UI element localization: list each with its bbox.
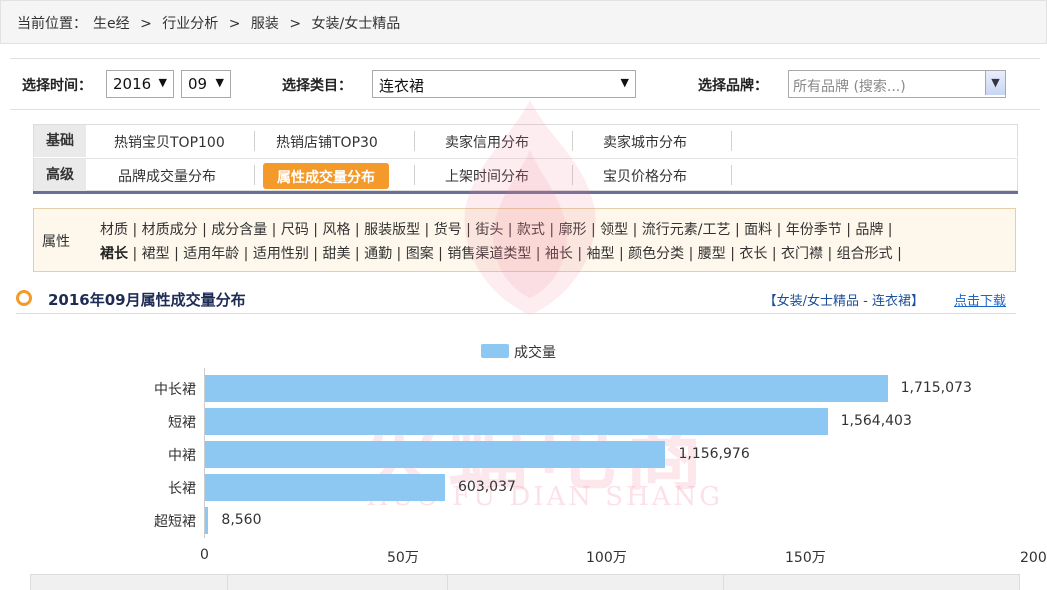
attribute-selector: 属性 材质 | 材质成分 | 成分含量 | 尺码 | 风格 | 服装版型 | 货… xyxy=(33,208,1016,272)
tab-listing-time[interactable]: 上架时间分布 xyxy=(445,166,529,186)
value-label: 1,564,403 xyxy=(840,413,912,429)
bar-0[interactable] xyxy=(205,375,888,402)
breadcrumb-prefix: 当前位置： xyxy=(17,16,87,32)
y-axis-line xyxy=(204,368,205,538)
breadcrumb-separator: > xyxy=(228,16,241,32)
value-label: 8,560 xyxy=(221,512,262,528)
brand-label: 选择品牌： xyxy=(698,78,768,94)
year-value: 2016 xyxy=(113,75,152,93)
bar-1[interactable] xyxy=(205,408,828,435)
dropdown-arrow-icon: ▼ xyxy=(620,76,629,89)
tab-group-advanced-label: 高级 xyxy=(34,159,86,191)
x-tick-label: 150万 xyxy=(785,550,826,566)
value-label: 603,037 xyxy=(458,479,516,495)
tab-price-distribution[interactable]: 宝贝价格分布 xyxy=(603,166,687,186)
chart-title: 2016年09月属性成交量分布 xyxy=(48,291,246,309)
tab-attribute-volume[interactable]: 属性成交量分布 xyxy=(263,163,389,189)
category-label: 选择类目： xyxy=(282,78,352,94)
category-label: 中长裙 xyxy=(154,382,196,398)
tab-divider xyxy=(254,165,255,185)
x-tick-label: 0 xyxy=(200,547,209,563)
category-value: 连衣裙 xyxy=(379,77,425,95)
attribute-links-row-2[interactable]: 裙长 | 裙型 | 适用年龄 | 适用性别 | 甜美 | 通勤 | 图案 | 销… xyxy=(100,243,902,263)
x-tick-label: 200万 xyxy=(1020,550,1047,566)
brand-search-input[interactable]: 所有品牌 (搜索...) xyxy=(788,70,1006,98)
category-label: 长裙 xyxy=(168,481,196,497)
filter-bar: 选择时间： 2016 ▼ 09 ▼ 选择类目： 连衣裙 ▼ 选择品牌： 所有品牌… xyxy=(10,58,1040,110)
tab-top100-items[interactable]: 热销宝贝TOP100 xyxy=(114,132,225,152)
download-link[interactable]: 点击下载 xyxy=(954,290,1006,309)
x-tick-label: 50万 xyxy=(387,550,419,566)
chart-section-header: 2016年09月属性成交量分布 【女装/女士精品 - 连衣裙】 点击下载 xyxy=(16,288,1016,314)
year-select[interactable]: 2016 ▼ xyxy=(106,70,174,98)
category-tag: 【女装/女士精品 - 连衣裙】 xyxy=(763,294,924,309)
category-label: 超短裙 xyxy=(154,514,196,530)
legend-label[interactable]: 成交量 xyxy=(514,342,556,362)
tab-divider xyxy=(254,131,255,151)
brand-dropdown-button[interactable]: ▼ xyxy=(985,71,1005,95)
value-label: 1,156,976 xyxy=(678,446,750,462)
legend-swatch[interactable] xyxy=(481,344,509,358)
bar-3[interactable] xyxy=(205,474,445,501)
tab-group-basic-label: 基础 xyxy=(34,125,86,157)
bullet-circle-icon xyxy=(16,290,32,306)
dropdown-arrow-icon: ▼ xyxy=(158,76,167,89)
month-value: 09 xyxy=(188,75,208,93)
bar-4[interactable] xyxy=(205,507,209,534)
tab-divider xyxy=(731,131,732,151)
table-divider xyxy=(723,575,724,590)
tab-divider xyxy=(414,131,415,151)
breadcrumb: 当前位置： 生e经 > 行业分析 > 服装 > 女装/女士精品 xyxy=(0,0,1047,44)
time-label: 选择时间： xyxy=(22,78,92,94)
bar-2[interactable] xyxy=(205,441,666,468)
attribute-selected-skirt-length[interactable]: 裙长 xyxy=(100,246,128,262)
tab-divider xyxy=(731,165,732,185)
tab-row-advanced: 高级 品牌成交量分布 属性成交量分布 上架时间分布 宝贝价格分布 xyxy=(33,158,1018,191)
tab-divider xyxy=(414,165,415,185)
tab-brand-volume[interactable]: 品牌成交量分布 xyxy=(118,166,216,186)
attribute-links-row-1[interactable]: 材质 | 材质成分 | 成分含量 | 尺码 | 风格 | 服装版型 | 货号 |… xyxy=(100,219,893,239)
attribute-links-rest[interactable]: | 裙型 | 适用年龄 | 适用性别 | 甜美 | 通勤 | 图案 | 销售渠道… xyxy=(128,246,901,262)
breadcrumb-separator: > xyxy=(289,16,302,32)
month-select[interactable]: 09 ▼ xyxy=(181,70,231,98)
data-table-header xyxy=(30,574,1020,590)
category-label: 短裙 xyxy=(168,415,196,431)
tab-divider xyxy=(572,131,573,151)
tab-divider xyxy=(572,165,573,185)
analysis-tabs: 基础 热销宝贝TOP100 热销店铺TOP30 卖家信用分布 卖家城市分布 高级… xyxy=(33,124,1018,194)
breadcrumb-item[interactable]: 生e经 xyxy=(93,16,130,32)
dropdown-arrow-icon: ▼ xyxy=(215,76,224,89)
breadcrumb-item[interactable]: 行业分析 xyxy=(162,16,218,32)
breadcrumb-item[interactable]: 女装/女士精品 xyxy=(312,16,401,32)
attribute-label: 属性 xyxy=(42,234,70,250)
table-divider xyxy=(447,575,448,590)
breadcrumb-separator: > xyxy=(140,16,152,32)
category-select[interactable]: 连衣裙 ▼ xyxy=(372,70,636,98)
x-tick-label: 100万 xyxy=(586,550,627,566)
tab-row-basic: 基础 热销宝贝TOP100 热销店铺TOP30 卖家信用分布 卖家城市分布 xyxy=(33,124,1018,157)
tab-seller-city[interactable]: 卖家城市分布 xyxy=(603,132,687,152)
table-divider xyxy=(227,575,228,590)
breadcrumb-item[interactable]: 服装 xyxy=(251,16,279,32)
category-label: 中裙 xyxy=(168,448,196,464)
value-label: 1,715,073 xyxy=(900,380,972,396)
tab-top30-shops[interactable]: 热销店铺TOP30 xyxy=(276,132,378,152)
chevron-down-icon: ▼ xyxy=(991,76,1000,89)
tab-seller-credit[interactable]: 卖家信用分布 xyxy=(445,132,529,152)
